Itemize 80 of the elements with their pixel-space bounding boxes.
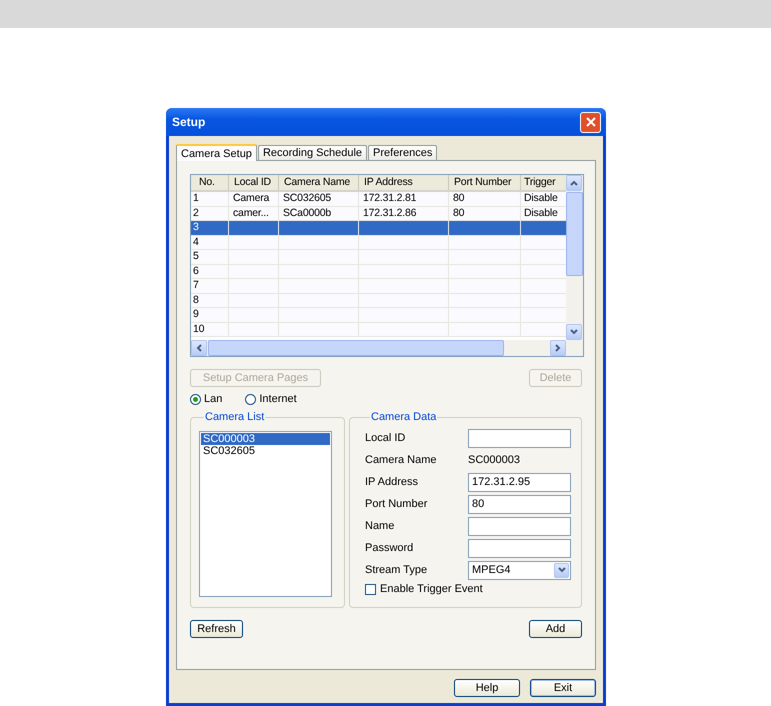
- tab[interactable]: Camera Setup: [176, 144, 257, 161]
- scroll-left-icon[interactable]: [191, 340, 207, 356]
- table-cell: 3: [193, 221, 199, 233]
- dialog-button[interactable]: Exit: [530, 679, 596, 697]
- horizontal-scrollbar[interactable]: [191, 340, 583, 356]
- column-header[interactable]: Trigger: [521, 175, 566, 190]
- table-row[interactable]: 3: [191, 221, 566, 236]
- input-field[interactable]: [468, 428, 571, 448]
- field-value: SC000003: [468, 454, 520, 466]
- field-label: Camera Name: [365, 454, 438, 466]
- dropdown[interactable]: MPEG4: [468, 560, 571, 580]
- column-header[interactable]: IP Address: [359, 175, 449, 190]
- vertical-scrollbar[interactable]: [566, 175, 583, 340]
- radio-label: Lan: [204, 393, 222, 405]
- table-cell: 5: [193, 250, 199, 262]
- table-cell: camer...: [233, 206, 269, 218]
- table-row[interactable]: 4: [191, 236, 566, 250]
- table-cell: 4: [193, 236, 199, 248]
- list-item[interactable]: SC000003: [201, 433, 330, 445]
- input-field[interactable]: 80: [468, 494, 571, 514]
- field-label: Port Number: [365, 498, 428, 510]
- field-label: Stream Type: [365, 564, 428, 576]
- table-row[interactable]: 7: [191, 279, 566, 294]
- list-item[interactable]: SC032605: [201, 445, 330, 457]
- column-header[interactable]: Port Number: [449, 175, 521, 190]
- radio-button[interactable]: [190, 394, 201, 404]
- scroll-up-icon[interactable]: [566, 175, 582, 191]
- action-button[interactable]: Add: [529, 620, 582, 638]
- table-cell: 1: [193, 192, 199, 204]
- scroll-thumb[interactable]: [208, 340, 504, 356]
- radio-button[interactable]: [245, 394, 256, 404]
- column-header[interactable]: Local ID: [229, 175, 279, 190]
- field-label: Name: [365, 520, 396, 532]
- table-row[interactable]: 6: [191, 264, 566, 279]
- table-row[interactable]: 2 camer... SCa0000b 172.31.2.86 80 Disable: [191, 206, 566, 221]
- input-field[interactable]: [468, 516, 571, 536]
- table-row[interactable]: 9: [191, 308, 566, 322]
- radio-option[interactable]: Lan: [190, 393, 222, 405]
- group-title: Camera List: [204, 411, 266, 423]
- scroll-down-icon[interactable]: [566, 324, 582, 340]
- scroll-right-icon[interactable]: [550, 340, 566, 356]
- table-row[interactable]: 8: [191, 294, 566, 308]
- table-cell: 10: [193, 322, 204, 334]
- table-row[interactable]: 5: [191, 250, 566, 264]
- input-field[interactable]: 172.31.2.95: [468, 472, 571, 492]
- table-cell: 172.31.2.81: [363, 192, 416, 204]
- close-icon: [586, 117, 596, 127]
- table-cell: 80: [453, 206, 464, 218]
- group-title: Camera Data: [370, 411, 438, 423]
- table-cell: SCa0000b: [283, 206, 332, 218]
- checkbox-label: Enable Trigger Event: [380, 583, 483, 595]
- action-button[interactable]: Refresh: [190, 620, 243, 638]
- tab[interactable]: Recording Schedule: [258, 145, 368, 160]
- scroll-thumb[interactable]: [566, 192, 583, 276]
- table-cell: 9: [193, 308, 199, 320]
- table-cell: 7: [193, 279, 199, 291]
- table-cell: SC032605: [283, 192, 332, 204]
- checkbox[interactable]: [365, 584, 376, 594]
- table-cell: 2: [193, 206, 199, 218]
- radio-label: Internet: [259, 393, 297, 405]
- table-cell: 8: [193, 294, 199, 306]
- table-row[interactable]: 10: [191, 322, 566, 337]
- field-label: Local ID: [365, 432, 406, 444]
- column-header[interactable]: Camera Name: [279, 175, 359, 190]
- field-label: IP Address: [365, 476, 419, 488]
- table-cell: 80: [453, 192, 464, 204]
- table-cell: Camera: [233, 192, 270, 204]
- input-field[interactable]: [468, 538, 571, 558]
- field-label: Password: [365, 542, 414, 554]
- radio-option[interactable]: Internet: [245, 393, 297, 405]
- table-row[interactable]: 1 Camera SC032605 172.31.2.81 80 Disable: [191, 192, 566, 206]
- window-title: Setup: [172, 115, 206, 129]
- column-header[interactable]: No.: [191, 175, 229, 190]
- tab[interactable]: Preferences: [368, 145, 438, 160]
- dialog-button[interactable]: Help: [454, 679, 520, 697]
- table-cell: 172.31.2.86: [363, 206, 416, 218]
- table-cell: Disable: [524, 206, 558, 218]
- table-cell: 6: [193, 264, 199, 276]
- table-cell: Disable: [524, 192, 558, 204]
- close-button[interactable]: [580, 112, 601, 132]
